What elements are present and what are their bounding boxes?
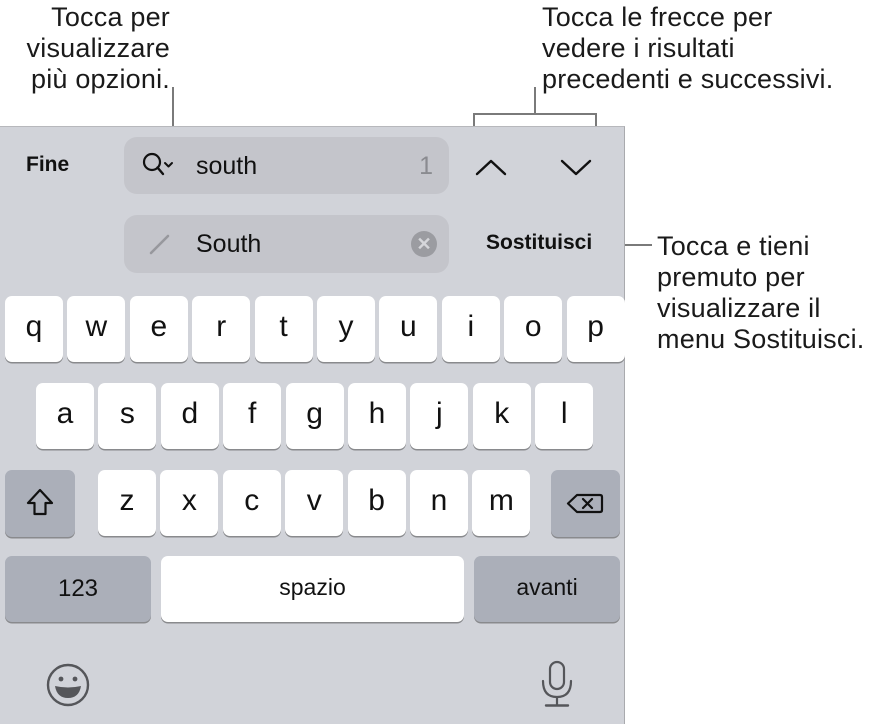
key-label: i bbox=[467, 310, 475, 343]
numbers-key[interactable]: 123 bbox=[5, 556, 151, 622]
key-n[interactable]: n bbox=[410, 470, 468, 536]
emoji-icon[interactable] bbox=[45, 662, 91, 708]
find-input[interactable]: south bbox=[196, 152, 257, 181]
key-label: q bbox=[25, 310, 43, 343]
key-x[interactable]: x bbox=[160, 470, 219, 536]
key-o[interactable]: o bbox=[504, 296, 563, 362]
key-l[interactable]: l bbox=[535, 383, 594, 449]
leader-line-arrows-stem bbox=[534, 87, 536, 114]
key-w[interactable]: w bbox=[67, 296, 126, 362]
key-label: n bbox=[430, 484, 448, 517]
delete-key[interactable] bbox=[551, 470, 620, 537]
key-r[interactable]: r bbox=[192, 296, 251, 362]
key-label: w bbox=[85, 310, 108, 343]
key-c[interactable]: c bbox=[222, 470, 281, 536]
key-label: p bbox=[587, 310, 604, 343]
key-label: y bbox=[338, 310, 354, 343]
key-e[interactable]: e bbox=[129, 296, 188, 362]
key-u[interactable]: u bbox=[379, 296, 438, 362]
key-i[interactable]: i bbox=[441, 296, 500, 362]
key-f[interactable]: f bbox=[223, 383, 282, 449]
leader-line-arrows-left bbox=[473, 113, 475, 126]
leader-line-arrows-right bbox=[595, 113, 597, 126]
key-label: x bbox=[181, 484, 197, 517]
key-y[interactable]: y bbox=[317, 296, 375, 362]
replace-field[interactable]: South ✕ bbox=[124, 215, 449, 273]
space-key[interactable]: spazio bbox=[161, 556, 464, 622]
key-k[interactable]: k bbox=[472, 383, 531, 449]
key-label: h bbox=[368, 397, 386, 430]
key-label: j bbox=[436, 397, 443, 430]
key-label: g bbox=[306, 397, 323, 430]
chevron-up-icon bbox=[475, 159, 507, 176]
key-s[interactable]: s bbox=[98, 383, 157, 449]
key-h[interactable]: h bbox=[348, 383, 406, 449]
match-count: 1 bbox=[419, 152, 433, 180]
replace-input[interactable]: South bbox=[196, 230, 261, 259]
microphone-icon[interactable] bbox=[539, 659, 575, 709]
key-label: s bbox=[119, 397, 135, 430]
pencil-icon bbox=[148, 232, 172, 256]
key-v[interactable]: v bbox=[285, 470, 344, 536]
key-label: l bbox=[560, 397, 568, 430]
key-label: e bbox=[150, 310, 168, 343]
key-label: c bbox=[244, 484, 260, 517]
chevron-down-icon bbox=[560, 159, 592, 176]
key-p[interactable]: p bbox=[566, 296, 625, 362]
key-label: a bbox=[56, 397, 74, 430]
callout-replace: Tocca e tieni premuto per visualizzare i… bbox=[657, 231, 865, 354]
key-label: u bbox=[400, 310, 417, 343]
shift-key[interactable] bbox=[5, 470, 75, 537]
key-label: m bbox=[488, 484, 514, 517]
key-m[interactable]: m bbox=[472, 470, 531, 536]
key-label: v bbox=[306, 484, 322, 517]
key-label: o bbox=[524, 310, 542, 343]
key-label: k bbox=[494, 397, 510, 430]
key-label: r bbox=[216, 310, 227, 343]
key-z[interactable]: z bbox=[98, 470, 156, 536]
key-label: d bbox=[181, 397, 199, 430]
search-options-icon[interactable] bbox=[141, 151, 177, 181]
callout-arrows: Tocca le frecce per vedere i risultati p… bbox=[542, 2, 834, 94]
key-j[interactable]: j bbox=[410, 383, 469, 449]
key-q[interactable]: q bbox=[5, 296, 63, 362]
key-label: f bbox=[248, 397, 257, 430]
shift-icon bbox=[26, 488, 54, 516]
key-t[interactable]: t bbox=[254, 296, 313, 362]
done-button[interactable]: Fine bbox=[26, 153, 69, 177]
previous-result-button[interactable] bbox=[471, 152, 511, 182]
key-label: b bbox=[368, 484, 385, 517]
key-label: z bbox=[119, 484, 135, 517]
next-result-button[interactable] bbox=[556, 152, 596, 182]
replace-button[interactable]: Sostituisci bbox=[486, 231, 592, 255]
leader-line-arrows-bracket bbox=[473, 113, 597, 115]
key-g[interactable]: g bbox=[285, 383, 344, 449]
key-label: t bbox=[279, 310, 288, 343]
return-key[interactable]: avanti bbox=[474, 556, 620, 622]
clear-icon[interactable]: ✕ bbox=[411, 231, 437, 257]
key-a[interactable]: a bbox=[36, 383, 94, 449]
key-d[interactable]: d bbox=[160, 383, 219, 449]
find-field[interactable]: south 1 bbox=[124, 137, 449, 194]
callout-options: Tocca per visualizzare più opzioni. bbox=[26, 2, 170, 94]
key-b[interactable]: b bbox=[347, 470, 406, 536]
delete-icon bbox=[566, 493, 604, 514]
